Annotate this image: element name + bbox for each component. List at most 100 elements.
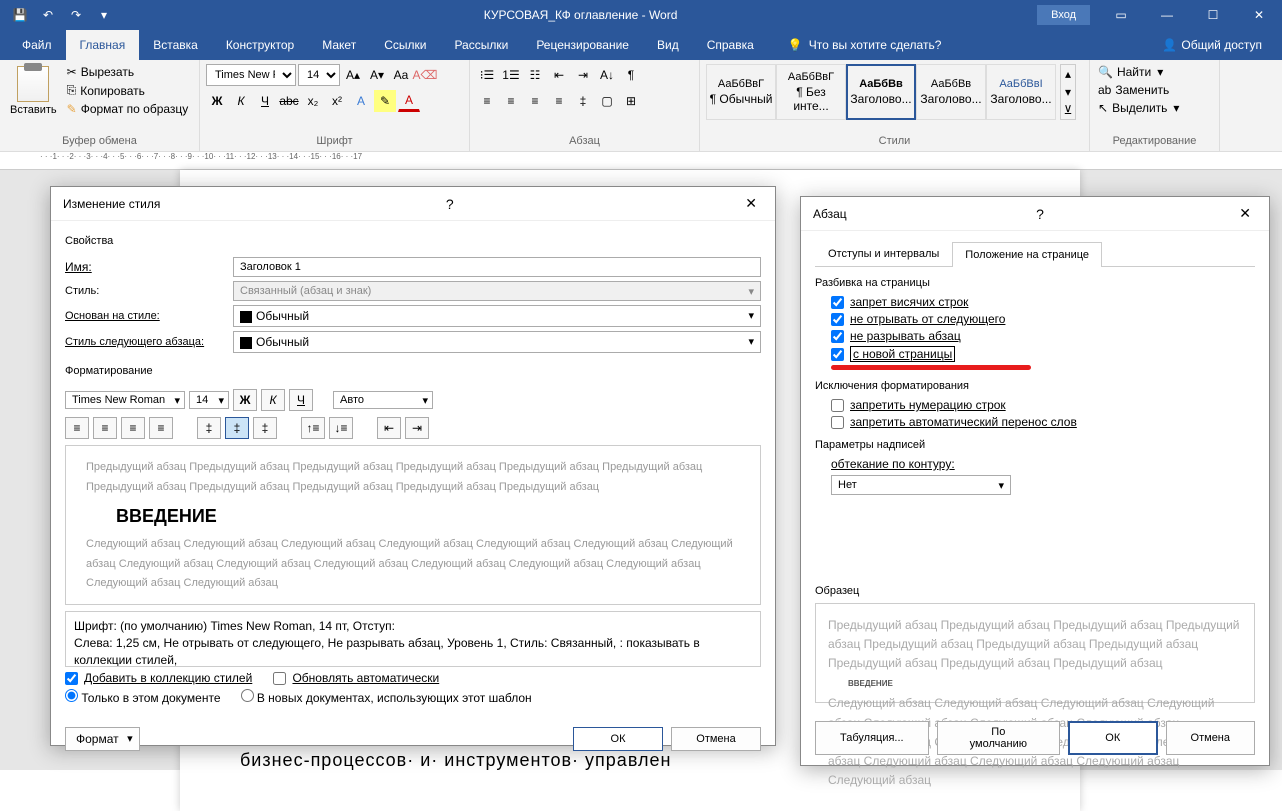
font-name-select[interactable]: Times New R xyxy=(206,64,296,86)
login-button[interactable]: Вход xyxy=(1037,5,1090,25)
multilevel-icon[interactable]: ☷ xyxy=(524,64,546,86)
fmt-italic[interactable]: К xyxy=(261,389,285,411)
redo-icon[interactable]: ↷ xyxy=(64,3,88,27)
borders-icon[interactable]: ⊞ xyxy=(620,90,642,112)
text-effects-icon[interactable]: A xyxy=(350,90,372,112)
paste-button[interactable]: Вставить xyxy=(6,64,61,118)
justify-icon[interactable]: ≡ xyxy=(548,90,570,112)
menu-layout[interactable]: Макет xyxy=(308,30,370,60)
menu-home[interactable]: Главная xyxy=(66,30,140,60)
new-docs-radio[interactable] xyxy=(241,689,254,702)
page-break-check[interactable] xyxy=(831,348,844,361)
help-icon[interactable]: ? xyxy=(1030,206,1050,222)
menu-insert[interactable]: Вставка xyxy=(139,30,212,60)
style-gallery[interactable]: АаБбВвГ¶ Обычный АаБбВвГ¶ Без инте... Аа… xyxy=(706,64,1056,120)
format-menu-button[interactable]: Формат xyxy=(65,727,140,751)
fmt-spacing-15[interactable]: ‡ xyxy=(225,417,249,439)
share-button[interactable]: 👤Общий доступ xyxy=(1150,38,1274,52)
menu-review[interactable]: Рецензирование xyxy=(522,30,643,60)
fmt-spacing-1[interactable]: ‡ xyxy=(197,417,221,439)
name-input[interactable] xyxy=(233,257,761,277)
line-spacing-icon[interactable]: ‡ xyxy=(572,90,594,112)
save-icon[interactable]: 💾 xyxy=(8,3,32,27)
font-color-icon[interactable]: A xyxy=(398,90,420,112)
fmt-space-before[interactable]: ↑≡ xyxy=(301,417,325,439)
default-button[interactable]: По умолчанию xyxy=(937,721,1060,755)
type-select[interactable]: Связанный (абзац и знак) xyxy=(233,281,761,301)
cancel-button[interactable]: Отмена xyxy=(671,727,761,751)
tabs-button[interactable]: Табуляция... xyxy=(815,721,929,755)
style-heading3[interactable]: АаБбВвІЗаголово... xyxy=(986,64,1056,120)
clear-format-icon[interactable]: A⌫ xyxy=(414,64,436,86)
superscript-icon[interactable]: x² xyxy=(326,90,348,112)
widow-check[interactable] xyxy=(831,296,844,309)
close-icon[interactable]: ✕ xyxy=(1233,205,1257,222)
only-doc-radio[interactable] xyxy=(65,689,78,702)
menu-references[interactable]: Ссылки xyxy=(370,30,440,60)
fmt-bold[interactable]: Ж xyxy=(233,389,257,411)
bullets-icon[interactable]: ⁝☰ xyxy=(476,64,498,86)
style-normal[interactable]: АаБбВвГ¶ Обычный xyxy=(706,64,776,120)
add-collection-check[interactable] xyxy=(65,672,78,685)
menu-file[interactable]: Файл xyxy=(8,30,66,60)
align-right-icon[interactable]: ≡ xyxy=(524,90,546,112)
tab-indents[interactable]: Отступы и интервалы xyxy=(815,241,952,266)
bold-icon[interactable]: Ж xyxy=(206,90,228,112)
decrease-indent-icon[interactable]: ⇤ xyxy=(548,64,570,86)
underline-icon[interactable]: Ч xyxy=(254,90,276,112)
highlight-icon[interactable]: ✎ xyxy=(374,90,396,112)
wrap-select[interactable]: Нет xyxy=(831,475,1011,495)
align-center-icon[interactable]: ≡ xyxy=(500,90,522,112)
fmt-align-center[interactable]: ≡ xyxy=(93,417,117,439)
replace-button[interactable]: abЗаменить xyxy=(1096,82,1171,98)
italic-icon[interactable]: К xyxy=(230,90,252,112)
numbering-icon[interactable]: 1☰ xyxy=(500,64,522,86)
gallery-down-icon[interactable]: ▾ xyxy=(1061,83,1075,101)
menu-help[interactable]: Справка xyxy=(693,30,768,60)
close-icon[interactable]: ✕ xyxy=(1236,0,1282,30)
fmt-space-after[interactable]: ↓≡ xyxy=(329,417,353,439)
shrink-font-icon[interactable]: A▾ xyxy=(366,64,388,86)
increase-indent-icon[interactable]: ⇥ xyxy=(572,64,594,86)
fmt-size-select[interactable]: 14 xyxy=(189,391,229,409)
subscript-icon[interactable]: x₂ xyxy=(302,90,324,112)
minimize-icon[interactable]: — xyxy=(1144,0,1190,30)
next-select[interactable]: Обычный xyxy=(233,331,761,353)
para-cancel-button[interactable]: Отмена xyxy=(1166,721,1255,755)
align-left-icon[interactable]: ≡ xyxy=(476,90,498,112)
gallery-more-icon[interactable]: ⊻ xyxy=(1061,101,1075,119)
fmt-align-right[interactable]: ≡ xyxy=(121,417,145,439)
fmt-align-left[interactable]: ≡ xyxy=(65,417,89,439)
menu-design[interactable]: Конструктор xyxy=(212,30,308,60)
copy-button[interactable]: ⎘Копировать xyxy=(65,82,191,99)
shading-icon[interactable]: ▢ xyxy=(596,90,618,112)
fmt-indent-dec[interactable]: ⇤ xyxy=(377,417,401,439)
style-heading2[interactable]: АаБбВвЗаголово... xyxy=(916,64,986,120)
font-size-select[interactable]: 14 xyxy=(298,64,340,86)
qat-more-icon[interactable]: ▾ xyxy=(92,3,116,27)
auto-update-check[interactable] xyxy=(273,672,286,685)
show-marks-icon[interactable]: ¶ xyxy=(620,64,642,86)
help-icon[interactable]: ? xyxy=(440,196,460,212)
select-button[interactable]: ↖Выделить▾ xyxy=(1096,100,1181,116)
style-heading1[interactable]: АаБбВвЗаголово... xyxy=(846,64,916,120)
cut-button[interactable]: ✂Вырезать xyxy=(65,64,191,80)
fmt-underline[interactable]: Ч xyxy=(289,389,313,411)
menu-mailings[interactable]: Рассылки xyxy=(440,30,522,60)
menu-view[interactable]: Вид xyxy=(643,30,693,60)
strike-icon[interactable]: abc xyxy=(278,90,300,112)
keep-together-check[interactable] xyxy=(831,330,844,343)
fmt-indent-inc[interactable]: ⇥ xyxy=(405,417,429,439)
suppress-lines-check[interactable] xyxy=(831,399,844,412)
keep-next-check[interactable] xyxy=(831,313,844,326)
gallery-up-icon[interactable]: ▴ xyxy=(1061,65,1075,83)
change-case-icon[interactable]: Aa xyxy=(390,64,412,86)
no-hyphen-check[interactable] xyxy=(831,416,844,429)
ruler[interactable]: · · ·1· · ·2· · ·3· · ·4· · ·5· · ·6· · … xyxy=(0,152,1282,170)
fmt-font-select[interactable]: Times New Roman xyxy=(65,391,185,409)
fmt-spacing-2[interactable]: ‡ xyxy=(253,417,277,439)
close-icon[interactable]: ✕ xyxy=(739,195,763,212)
undo-icon[interactable]: ↶ xyxy=(36,3,60,27)
sort-icon[interactable]: A↓ xyxy=(596,64,618,86)
grow-font-icon[interactable]: A▴ xyxy=(342,64,364,86)
